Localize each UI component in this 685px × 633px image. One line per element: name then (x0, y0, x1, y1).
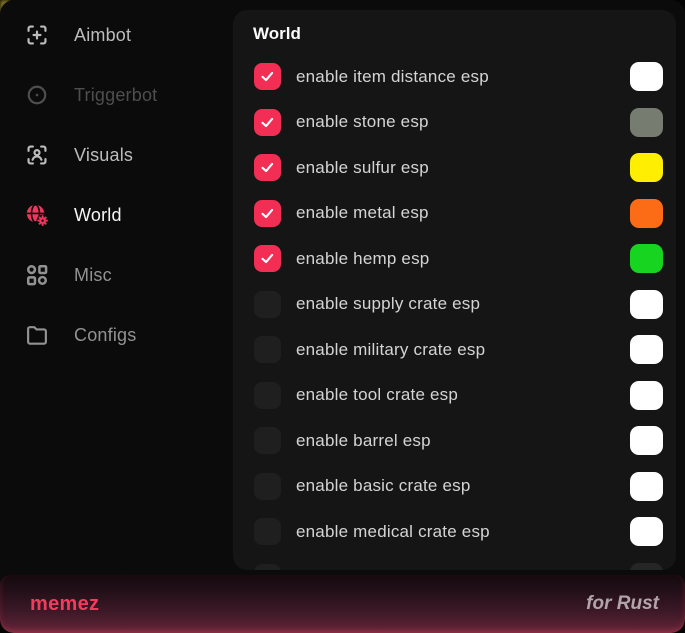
esp-checkbox[interactable] (254, 427, 281, 454)
esp-row-enable-military-crate-esp: enable military crate esp (233, 327, 676, 373)
esp-checkbox[interactable] (254, 200, 281, 227)
sidebar: Aimbot Triggerbot Visuals World Misc Con… (0, 5, 233, 365)
esp-label: enable sulfur esp (296, 158, 429, 178)
sidebar-item-aimbot[interactable]: Aimbot (0, 5, 233, 65)
tagline-text: for Rust (586, 593, 659, 615)
esp-color-swatch[interactable] (630, 381, 663, 410)
sidebar-item-visuals[interactable]: Visuals (0, 125, 233, 185)
sidebar-item-label: Misc (74, 265, 112, 286)
world-globe-gear-icon (24, 202, 50, 228)
esp-row-enable-hemp-esp: enable hemp esp (233, 236, 676, 282)
esp-checkbox[interactable] (254, 473, 281, 500)
esp-label: enable barrel esp (296, 431, 431, 451)
esp-color-swatch[interactable] (630, 335, 663, 364)
sidebar-item-world[interactable]: World (0, 185, 233, 245)
checkmark-icon (259, 68, 276, 85)
triggerbot-circle-icon (24, 82, 50, 108)
esp-checkbox[interactable] (254, 336, 281, 363)
configs-folder-icon (24, 322, 50, 348)
sidebar-item-triggerbot[interactable]: Triggerbot (0, 65, 233, 125)
sidebar-item-label: Configs (74, 325, 136, 346)
esp-row-list: enable item distance esp enable stone es… (233, 54, 676, 570)
esp-row-enable-stone-esp: enable stone esp (233, 100, 676, 146)
esp-color-swatch[interactable] (630, 517, 663, 546)
esp-label: enable tool crate esp (296, 385, 458, 405)
screen: Aimbot Triggerbot Visuals World Misc Con… (0, 0, 685, 633)
esp-color-swatch[interactable] (630, 199, 663, 228)
esp-checkbox[interactable] (254, 291, 281, 318)
esp-row-enable-item-distance-esp: enable item distance esp (233, 54, 676, 100)
esp-row-enable-barrel-esp: enable barrel esp (233, 418, 676, 464)
checkmark-icon (259, 250, 276, 267)
esp-row-enable-medical-crate-esp: enable medical crate esp (233, 509, 676, 555)
sidebar-item-label: Aimbot (74, 25, 131, 46)
esp-color-swatch[interactable] (630, 244, 663, 273)
esp-color-swatch[interactable] (630, 563, 663, 570)
esp-color-swatch[interactable] (630, 108, 663, 137)
misc-shapes-icon (24, 262, 50, 288)
checkmark-icon (259, 205, 276, 222)
footer-bar: memez for Rust (0, 575, 685, 633)
sidebar-item-label: Visuals (74, 145, 133, 166)
brand-text: memez (30, 593, 99, 616)
esp-color-swatch[interactable] (630, 472, 663, 501)
esp-checkbox[interactable] (254, 245, 281, 272)
esp-label: enable supply crate esp (296, 294, 480, 314)
esp-row-enable-supply-crate-esp: enable supply crate esp (233, 282, 676, 328)
esp-checkbox[interactable] (254, 63, 281, 90)
esp-checkbox[interactable] (254, 109, 281, 136)
checkmark-icon (259, 114, 276, 131)
sidebar-item-misc[interactable]: Misc (0, 245, 233, 305)
esp-checkbox[interactable] (254, 518, 281, 545)
aimbot-crosshair-icon (24, 22, 50, 48)
sidebar-item-label: Triggerbot (74, 85, 157, 106)
esp-checkbox[interactable] (254, 382, 281, 409)
esp-label: enable military crate esp (296, 340, 485, 360)
settings-panel: World enable item distance esp enable st… (233, 10, 676, 570)
esp-checkbox[interactable] (254, 564, 281, 570)
panel-title: World (253, 24, 301, 44)
esp-row-enable-tool-crate-esp: enable tool crate esp (233, 373, 676, 419)
esp-color-swatch[interactable] (630, 153, 663, 182)
esp-checkbox[interactable] (254, 154, 281, 181)
checkmark-icon (259, 159, 276, 176)
esp-label: enable basic crate esp (296, 476, 471, 496)
sidebar-item-configs[interactable]: Configs (0, 305, 233, 365)
esp-color-swatch[interactable] (630, 426, 663, 455)
esp-row-enable-basic-crate-esp: enable basic crate esp (233, 464, 676, 510)
esp-label: enable stone esp (296, 112, 429, 132)
esp-row-row (233, 555, 676, 571)
menu-window: Aimbot Triggerbot Visuals World Misc Con… (0, 0, 685, 633)
sidebar-item-label: World (74, 205, 122, 226)
esp-label: enable item distance esp (296, 67, 489, 87)
esp-label: enable hemp esp (296, 249, 429, 269)
visuals-scan-person-icon (24, 142, 50, 168)
esp-label: enable medical crate esp (296, 522, 490, 542)
esp-label: enable metal esp (296, 203, 429, 223)
esp-row-enable-metal-esp: enable metal esp (233, 191, 676, 237)
esp-color-swatch[interactable] (630, 62, 663, 91)
esp-row-enable-sulfur-esp: enable sulfur esp (233, 145, 676, 191)
esp-color-swatch[interactable] (630, 290, 663, 319)
